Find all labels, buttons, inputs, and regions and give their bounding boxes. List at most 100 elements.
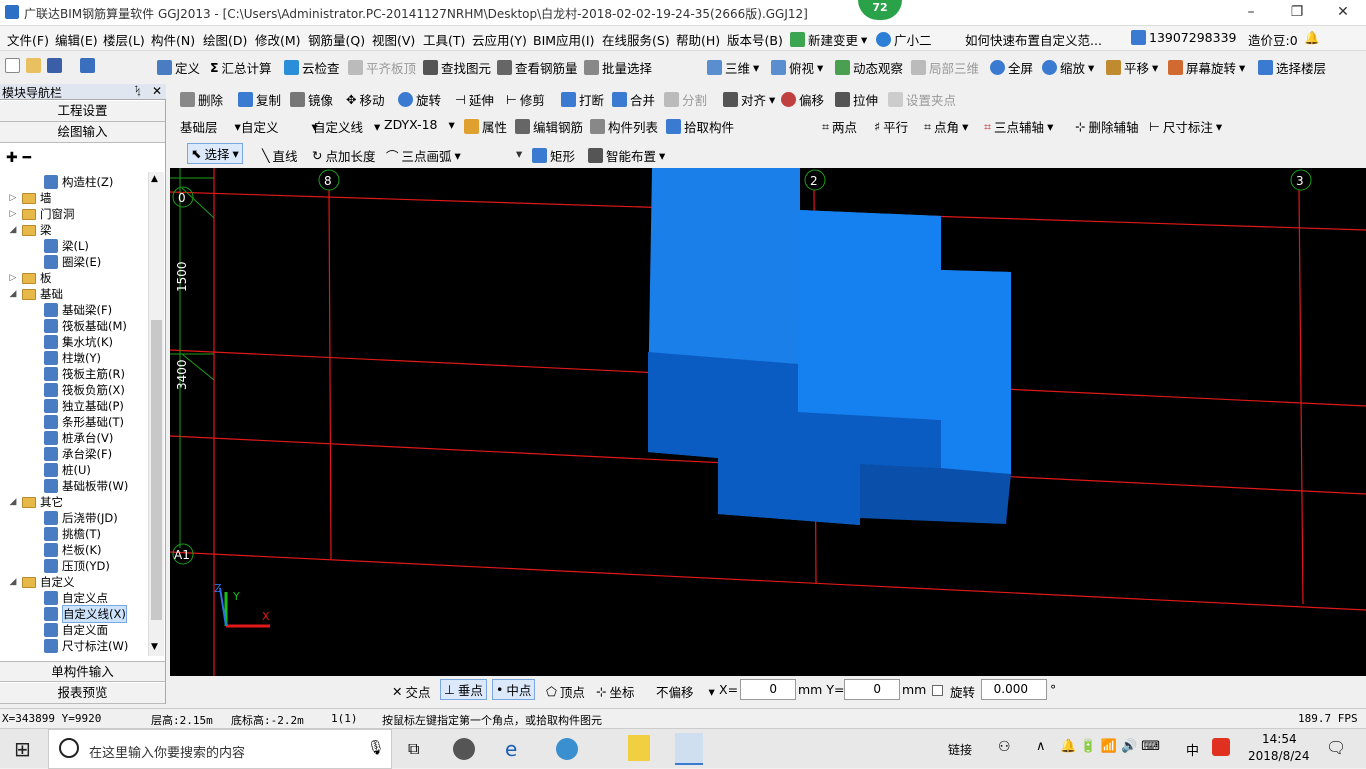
tree-folder[interactable]: ◢ 自定义 [8,574,75,590]
tree-folder[interactable]: ▷ 墙 [8,190,52,206]
tree-item[interactable]: 筏板基础(M) [44,318,127,334]
snap-perpendicular[interactable]: ⊥ 垂点 [440,679,487,700]
view-rebar-button[interactable]: 查看钢筋量 [497,58,578,77]
score-badge[interactable]: 72 [858,0,902,20]
show-hidden-icons[interactable]: ∧ [1036,739,1046,754]
menu-rebar[interactable]: 钢筋量(Q) [308,30,365,49]
define-button[interactable]: 定义 [157,58,200,77]
blue-component-side2[interactable] [860,464,1011,524]
component-select[interactable]: ZDYX-18 ▾ [384,117,455,132]
minimize-button[interactable]: – [1228,0,1274,26]
single-component-input-button[interactable]: 单构件输入 [0,661,165,682]
menu-online[interactable]: 在线服务(S) [602,30,670,49]
three-point-arc-button[interactable]: ⌒ 三点画弧 ▾ [386,146,461,165]
dimension-button[interactable]: ⊢ 尺寸标注 ▾ [1149,117,1222,136]
trim-button[interactable]: ⊢ 修剪 [506,90,545,109]
line-tool-button[interactable]: ╲ 直线 [262,146,298,165]
cloud-check-button[interactable]: 云检查 [284,58,340,77]
app-icon-swirl[interactable] [556,738,578,760]
expand-toggle-icon[interactable]: ▷ [8,273,18,283]
expand-toggle-icon[interactable]: ◢ [8,289,18,299]
expand-toggle-icon[interactable]: ▷ [8,193,18,203]
input-language[interactable]: 中 [1186,740,1199,759]
snap-intersection[interactable]: ✕ 交点 [392,682,431,701]
rotate-input[interactable]: 0.000 [981,679,1047,700]
project-settings-button[interactable]: 工程设置 [0,101,165,122]
expand-toggle-icon[interactable]: ◢ [8,497,18,507]
fan-app-icon[interactable] [453,738,475,760]
align-button[interactable]: 对齐 ▾ [723,90,775,109]
clock-time[interactable]: 14:54 [1262,732,1297,746]
action-center-icon[interactable]: 🗨 [1326,738,1346,757]
expand-toggle-icon[interactable]: ▷ [8,209,18,219]
windows-start-icon[interactable]: ⊞ [14,737,31,761]
pick-component-button[interactable]: 拾取构件 [666,117,734,136]
tree-item[interactable]: 栏板(K) [44,542,102,558]
tree-item[interactable]: 筏板负筋(X) [44,382,125,398]
microphone-icon[interactable]: 🎙 [367,740,385,756]
new-change-menu[interactable]: 新建变更 ▾ [790,30,867,49]
tree-item[interactable]: 自定义面 [44,622,108,638]
taskbar-search-box[interactable]: 在这里输入你要搜索的内容 🎙 [48,729,392,769]
offset-select[interactable]: 不偏移 ▾ [656,682,715,701]
drawing-input-button[interactable]: 绘图输入 [0,122,165,143]
point-angle-button[interactable]: ⌗ 点角 ▾ [924,117,968,136]
tree-item[interactable]: 桩(U) [44,462,91,478]
ggj-helper-icon[interactable] [628,735,650,761]
user-account[interactable]: 13907298339 [1131,30,1236,45]
task-view-icon[interactable]: ⧉ [408,739,419,759]
rotate-checkbox[interactable] [932,685,943,696]
align-slab-top-button[interactable]: 平齐板顶 [348,58,416,77]
notification-tray-icons[interactable]: 🔔 🔋 📶 🔊 ⌨ [1060,739,1160,754]
x-input[interactable]: 0 [740,679,796,700]
parallel-button[interactable]: ♯ 平行 [874,117,908,136]
tree-folder[interactable]: ◢ 基础 [8,286,63,302]
select-floor-button[interactable]: 选择楼层 [1258,58,1326,77]
split-button[interactable]: 分割 [664,90,707,109]
tree-folder[interactable]: ▷ 门窗洞 [8,206,75,222]
menu-modify[interactable]: 修改(M) [255,30,301,49]
tree-item[interactable]: 自定义点 [44,590,108,606]
menu-tools[interactable]: 工具(T) [423,30,465,49]
clock-date[interactable]: 2018/8/24 [1248,749,1310,763]
stretch-button[interactable]: 拉伸 [835,90,878,109]
delete-axis-button[interactable]: ⊹ 删除辅轴 [1075,117,1139,136]
link-label[interactable]: 链接 [948,741,972,758]
tree-item[interactable]: 条形基础(T) [44,414,124,430]
tree-item[interactable]: 梁(L) [44,238,89,254]
menu-view[interactable]: 视图(V) [372,30,415,49]
summary-calc-button[interactable]: Σ 汇总计算 [210,58,272,77]
tree-item[interactable]: 筏板主筋(R) [44,366,125,382]
blue-component[interactable] [648,168,1011,525]
extend-button[interactable]: ⊣ 延伸 [455,90,494,109]
point-length-button[interactable]: ↻ 点加长度 [312,146,376,165]
tree-item[interactable]: 圈梁(E) [44,254,101,270]
tree-item[interactable]: 集水坑(K) [44,334,113,350]
menu-component[interactable]: 构件(N) [151,30,195,49]
edit-rebar-button[interactable]: 编辑钢筋 [515,117,583,136]
menu-edit[interactable]: 编辑(E) [55,30,98,49]
snap-midpoint[interactable]: • 中点 [492,679,536,700]
menu-file[interactable]: 文件(F) [7,30,49,49]
undo-icon[interactable] [80,58,95,73]
sogou-ime-icon[interactable] [1212,738,1230,756]
screen-rotate-button[interactable]: 屏幕旋转 ▾ [1168,58,1245,77]
menu-bim[interactable]: BIM应用(I) [533,30,595,49]
3d-view-button[interactable]: 三维 ▾ [707,58,759,77]
edge-browser-icon[interactable]: e [505,737,517,761]
report-preview-button[interactable]: 报表预览 [0,683,165,704]
tree-item[interactable]: 承台梁(F) [44,446,112,462]
scroll-thumb[interactable] [151,320,162,620]
tree-item[interactable]: 基础板带(W) [44,478,128,494]
mirror-button[interactable]: 镜像 [290,90,333,109]
tree-item[interactable]: 基础梁(F) [44,302,112,318]
tree-item[interactable]: 挑檐(T) [44,526,101,542]
snap-coordinate[interactable]: ⊹ 坐标 [596,682,635,701]
batch-select-button[interactable]: 批量选择 [584,58,652,77]
maximize-button[interactable]: ❐ [1274,0,1320,26]
panel-close-icon[interactable]: ✕ [152,84,162,98]
menu-cloud[interactable]: 云应用(Y) [472,30,527,49]
y-input[interactable]: 0 [844,679,900,700]
tree-item[interactable]: 自定义线(X) [44,605,127,623]
component-list-button[interactable]: 构件列表 [590,117,658,136]
